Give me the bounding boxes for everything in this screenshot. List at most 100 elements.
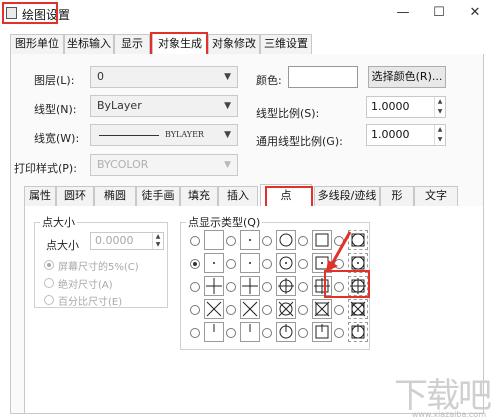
linetype-select[interactable]: ByLayer ▼ xyxy=(90,95,238,117)
plot-style-value: BYCOLOR xyxy=(97,158,149,171)
point-style-circle-square-x-icon[interactable] xyxy=(348,299,368,319)
tab-display[interactable]: 显示 xyxy=(114,34,150,54)
down-arrow-icon[interactable]: ▼ xyxy=(435,107,445,117)
radio-absolute[interactable] xyxy=(44,278,54,288)
point-style-radio[interactable] xyxy=(262,305,272,315)
point-style-dot-icon[interactable] xyxy=(240,230,260,250)
tab-polyline-trace[interactable]: 多线段/迹线 xyxy=(314,186,380,206)
linetype-scale-input[interactable]: 1.0000 ▲ ▼ xyxy=(366,96,446,118)
point-style-tick-icon[interactable] xyxy=(204,322,224,342)
minimize-button[interactable]: — xyxy=(392,4,414,22)
spin-buttons[interactable]: ▲ ▼ xyxy=(434,97,445,117)
down-arrow-icon[interactable]: ▼ xyxy=(153,241,163,249)
point-style-circle-square-tick-icon[interactable] xyxy=(348,322,368,342)
maximize-button[interactable]: ☐ xyxy=(428,4,450,22)
point-style-dot-icon[interactable] xyxy=(204,253,224,273)
color-label: 颜色: xyxy=(256,74,282,87)
point-style-radio[interactable] xyxy=(226,305,236,315)
lineweight-label: 线宽(W): xyxy=(34,132,80,145)
tab-text[interactable]: 文字 xyxy=(414,186,458,206)
radio-screen-relative[interactable] xyxy=(44,260,54,270)
point-style-radio[interactable] xyxy=(190,328,200,338)
point-style-radio[interactable] xyxy=(334,305,344,315)
chevron-down-icon: ▼ xyxy=(224,130,231,140)
point-style-radio[interactable] xyxy=(298,282,308,292)
point-style-circle-icon[interactable] xyxy=(276,230,296,250)
point-style-radio[interactable] xyxy=(190,236,200,246)
point-style-radio[interactable] xyxy=(262,328,272,338)
select-color-button[interactable]: 选择颜色(R)... xyxy=(368,66,446,88)
tab-donut[interactable]: 圆环 xyxy=(56,186,94,206)
point-style-radio[interactable] xyxy=(226,328,236,338)
point-style-circle-plus-icon[interactable] xyxy=(276,276,296,296)
tab-freehand[interactable]: 徒手画 xyxy=(136,186,180,206)
tab-shape[interactable]: 形 xyxy=(380,186,414,206)
tab-3d-settings[interactable]: 三维设置 xyxy=(260,34,312,54)
tab-insert[interactable]: 插入 xyxy=(218,186,258,206)
close-button[interactable]: ✕ xyxy=(464,4,486,22)
linetype-label: 线型(N): xyxy=(34,103,77,116)
point-style-x-icon[interactable] xyxy=(240,299,260,319)
point-style-radio[interactable] xyxy=(298,259,308,269)
down-arrow-icon[interactable]: ▼ xyxy=(435,135,445,145)
linetype-value: ByLayer xyxy=(97,99,142,112)
global-scale-input[interactable]: 1.0000 ▲ ▼ xyxy=(366,124,446,146)
color-swatch[interactable] xyxy=(288,66,358,88)
point-style-radio[interactable] xyxy=(226,259,236,269)
point-style-glyph xyxy=(249,324,251,332)
plot-style-select: BYCOLOR ▼ xyxy=(90,154,238,176)
point-style-glyph xyxy=(315,324,329,339)
up-arrow-icon[interactable]: ▲ xyxy=(435,97,445,107)
point-style-radio[interactable] xyxy=(190,259,200,269)
up-arrow-icon[interactable]: ▲ xyxy=(435,125,445,135)
point-style-radio[interactable] xyxy=(262,259,272,269)
point-style-radio[interactable] xyxy=(298,236,308,246)
point-size-input[interactable]: 0.0000 ▲ ▼ xyxy=(90,232,164,250)
point-style-radio[interactable] xyxy=(226,282,236,292)
layer-select[interactable]: 0 ▼ xyxy=(90,66,238,88)
point-style-circle-tick-icon[interactable] xyxy=(276,322,296,342)
lineweight-select[interactable]: BYLAYER ▼ xyxy=(90,124,238,146)
line-sample xyxy=(99,135,159,136)
point-style-circle-dot-icon[interactable] xyxy=(276,253,296,273)
point-style-circle-x-icon[interactable] xyxy=(276,299,296,319)
point-style-plus-icon[interactable] xyxy=(240,276,260,296)
tab-coordinate-input[interactable]: 坐标输入 xyxy=(64,34,114,54)
point-style-radio[interactable] xyxy=(298,305,308,315)
point-style-radio[interactable] xyxy=(262,282,272,292)
layer-label: 图层(L): xyxy=(34,74,75,87)
inner-tab-bar: 属性 圆环 椭圆 徒手画 填充 插入 点 多线段/迹线 形 文字 xyxy=(24,184,484,206)
point-style-x-icon[interactable] xyxy=(204,299,224,319)
point-size-label: 点大小 xyxy=(46,239,79,252)
tab-object-modify[interactable]: 对象修改 xyxy=(208,34,260,54)
point-style-square-x-icon[interactable] xyxy=(312,299,332,319)
point-style-radio[interactable] xyxy=(334,328,344,338)
point-style-plus-icon[interactable] xyxy=(204,276,224,296)
chevron-down-icon: ▼ xyxy=(224,72,231,82)
point-style-radio[interactable] xyxy=(190,305,200,315)
tab-graphic-units[interactable]: 图形单位 xyxy=(10,34,64,54)
point-style-glyph xyxy=(278,278,294,294)
up-arrow-icon[interactable]: ▲ xyxy=(153,233,163,241)
spin-buttons[interactable]: ▲ ▼ xyxy=(434,125,445,145)
point-style-square-tick-icon[interactable] xyxy=(312,322,332,342)
point-style-radio[interactable] xyxy=(226,236,236,246)
tab-hatch[interactable]: 填充 xyxy=(180,186,218,206)
chevron-down-icon: ▼ xyxy=(224,160,231,170)
point-style-glyph xyxy=(279,324,293,339)
point-style-blank-icon[interactable] xyxy=(204,230,224,250)
plot-style-label: 打印样式(P): xyxy=(14,162,77,175)
title-highlight xyxy=(2,2,58,24)
point-style-dot-icon[interactable] xyxy=(240,253,260,273)
point-style-glyph xyxy=(278,301,294,317)
point-style-radio[interactable] xyxy=(190,282,200,292)
point-style-glyph xyxy=(279,233,293,247)
spin-buttons[interactable]: ▲ ▼ xyxy=(152,233,163,249)
radio-percent[interactable] xyxy=(44,295,54,305)
tab-properties[interactable]: 属性 xyxy=(24,186,56,206)
linetype-scale-value: 1.0000 xyxy=(371,100,410,113)
tab-ellipse[interactable]: 椭圆 xyxy=(94,186,136,206)
point-style-tick-icon[interactable] xyxy=(240,322,260,342)
point-style-radio[interactable] xyxy=(298,328,308,338)
point-style-radio[interactable] xyxy=(262,236,272,246)
